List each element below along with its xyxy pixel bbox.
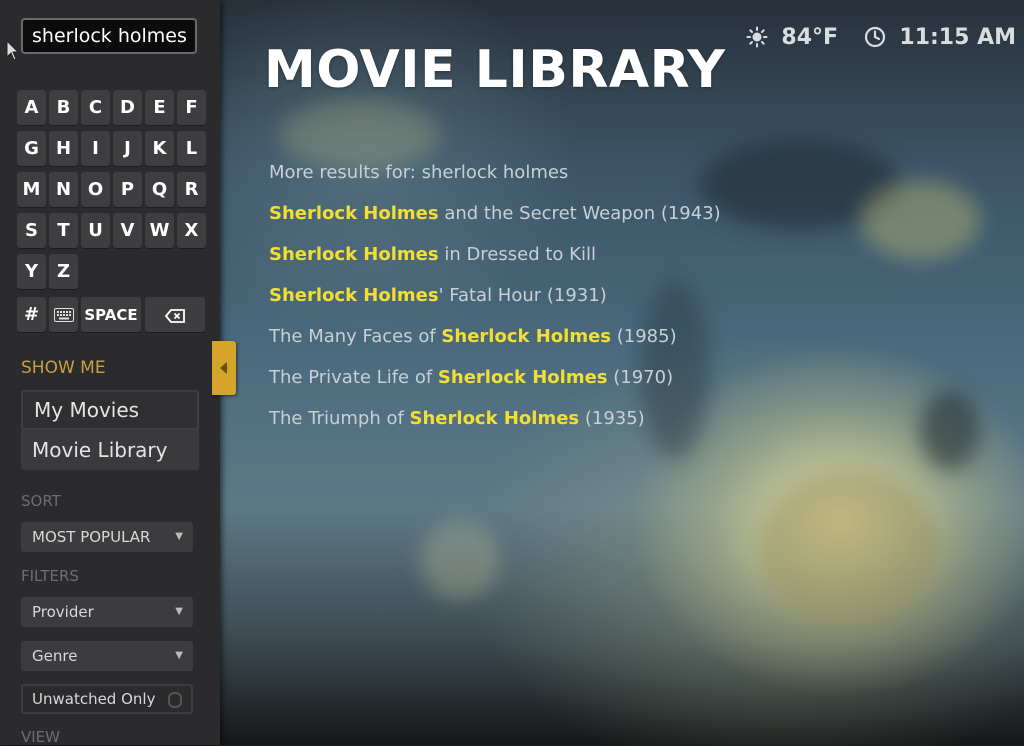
key-g[interactable]: G: [17, 131, 46, 167]
page-title: MOVIE LIBRARY: [264, 40, 726, 100]
key-a[interactable]: A: [17, 90, 46, 126]
key-w[interactable]: W: [145, 213, 174, 249]
result-item[interactable]: The Many Faces of Sherlock Holmes (1985): [269, 324, 721, 365]
show-item-my-movies[interactable]: My Movies: [21, 390, 199, 430]
key-hash[interactable]: #: [17, 297, 46, 333]
background-cloud: [920, 390, 980, 470]
result-suffix: (1935): [579, 408, 645, 429]
show-me-list: My Movies Movie Library: [21, 390, 199, 470]
keyboard-layout-button[interactable]: [49, 297, 78, 333]
key-d[interactable]: D: [113, 90, 142, 126]
result-item[interactable]: Sherlock Holmes in Dressed to Kill: [269, 242, 721, 283]
background-cloud: [760, 470, 940, 630]
key-y[interactable]: Y: [17, 254, 46, 290]
key-p[interactable]: P: [113, 172, 142, 208]
key-h[interactable]: H: [49, 131, 78, 167]
result-highlight: Sherlock Holmes: [269, 203, 439, 224]
result-item[interactable]: Sherlock Holmes and the Secret Weapon (1…: [269, 201, 721, 242]
provider-dropdown[interactable]: Provider ▼: [21, 597, 193, 627]
chevron-down-icon: ▼: [175, 531, 183, 542]
key-j[interactable]: J: [113, 131, 142, 167]
key-k[interactable]: K: [145, 131, 174, 167]
search-results: More results for: sherlock holmes Sherlo…: [269, 160, 721, 447]
key-r[interactable]: R: [177, 172, 206, 208]
result-item[interactable]: The Private Life of Sherlock Holmes (197…: [269, 365, 721, 406]
chevron-down-icon: ▼: [175, 606, 183, 617]
provider-label: Provider: [32, 603, 94, 621]
key-s[interactable]: S: [17, 213, 46, 249]
result-suffix: ' Fatal Hour (1931): [438, 285, 607, 306]
genre-label: Genre: [32, 647, 78, 665]
key-v[interactable]: V: [113, 213, 142, 249]
filters-heading: FILTERS: [21, 567, 79, 585]
show-item-movie-library[interactable]: Movie Library: [21, 430, 199, 470]
sun-icon: [746, 26, 768, 48]
more-results-label: More results for: sherlock holmes: [269, 162, 569, 183]
background-cloud: [860, 180, 980, 260]
chevron-down-icon: ▼: [175, 650, 183, 661]
sort-value: MOST POPULAR: [32, 528, 151, 546]
key-l[interactable]: L: [177, 131, 206, 167]
key-i[interactable]: I: [81, 131, 110, 167]
result-highlight: Sherlock Holmes: [269, 285, 439, 306]
search-input[interactable]: sherlock holmes: [21, 18, 197, 54]
key-u[interactable]: U: [81, 213, 110, 249]
result-suffix: (1985): [611, 326, 677, 347]
backspace-key[interactable]: [145, 297, 205, 333]
backspace-icon: [164, 308, 185, 323]
toggle-knob: [168, 692, 182, 708]
key-c[interactable]: C: [81, 90, 110, 126]
view-heading: VIEW: [21, 728, 60, 746]
key-x[interactable]: X: [177, 213, 206, 249]
space-key[interactable]: SPACE: [81, 297, 141, 333]
genre-dropdown[interactable]: Genre ▼: [21, 641, 193, 671]
show-me-heading: SHOW ME: [21, 358, 106, 378]
key-q[interactable]: Q: [145, 172, 174, 208]
key-f[interactable]: F: [177, 90, 206, 126]
key-t[interactable]: T: [49, 213, 78, 249]
chevron-left-icon: [220, 362, 227, 374]
result-item[interactable]: Sherlock Holmes' Fatal Hour (1931): [269, 283, 721, 324]
clock-time: 11:15 AM: [899, 24, 1016, 50]
key-m[interactable]: M: [17, 172, 46, 208]
result-prefix: The Many Faces of: [269, 326, 442, 347]
result-item[interactable]: The Triumph of Sherlock Holmes (1935): [269, 406, 721, 447]
sort-heading: SORT: [21, 492, 61, 510]
key-e[interactable]: E: [145, 90, 174, 126]
result-prefix: The Private Life of: [269, 367, 438, 388]
background-cloud: [420, 520, 500, 600]
key-b[interactable]: B: [49, 90, 78, 126]
cursor-icon: [6, 40, 20, 61]
keyboard-icon: [53, 308, 74, 322]
clock-icon: [864, 26, 885, 48]
sort-dropdown[interactable]: MOST POPULAR ▼: [21, 522, 193, 552]
sidebar: sherlock holmes A B C D E F G H I J K L …: [0, 0, 220, 746]
key-z[interactable]: Z: [49, 254, 78, 290]
result-suffix: and the Secret Weapon (1943): [438, 203, 721, 224]
result-prefix: The Triumph of: [269, 408, 410, 429]
key-o[interactable]: O: [81, 172, 110, 208]
weather-temperature: 84°F: [781, 24, 839, 50]
main-content: MOVIE LIBRARY 84°F 11:15 AM More results…: [220, 0, 1024, 745]
unwatched-label: Unwatched Only: [32, 690, 156, 708]
unwatched-only-toggle[interactable]: Unwatched Only: [21, 684, 193, 714]
result-highlight: Sherlock Holmes: [409, 408, 580, 429]
result-highlight: Sherlock Holmes: [269, 244, 439, 265]
result-highlight: Sherlock Holmes: [437, 367, 608, 388]
result-highlight: Sherlock Holmes: [441, 326, 612, 347]
status-bar: 84°F 11:15 AM: [746, 24, 1016, 50]
collapse-sidebar-tab[interactable]: [212, 341, 236, 395]
result-suffix: in Dressed to Kill: [438, 244, 596, 265]
result-suffix: (1970): [607, 367, 674, 388]
key-n[interactable]: N: [49, 172, 78, 208]
